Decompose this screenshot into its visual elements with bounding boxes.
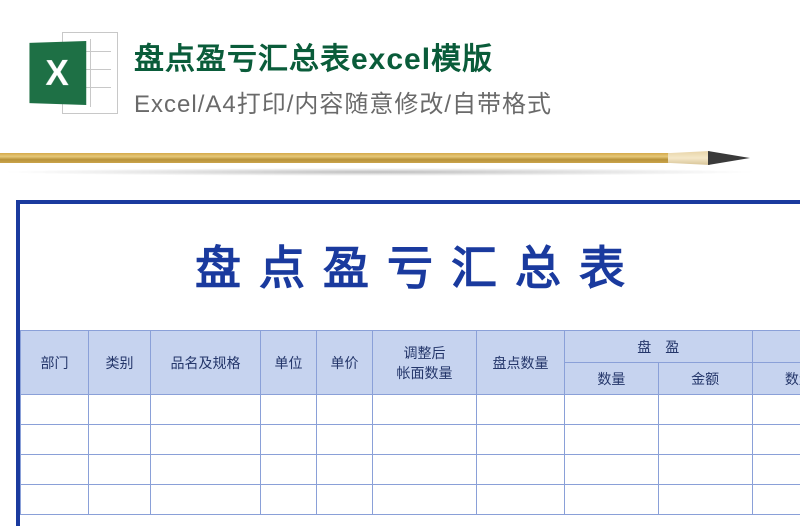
col-adjusted-qty: 调整后 帐面数量 — [373, 331, 477, 395]
adjusted-line1: 调整后 — [404, 345, 446, 361]
col-category: 类别 — [89, 331, 151, 395]
sheet-title: 盘点盈亏汇总表 — [20, 204, 800, 330]
pencil-shadow — [0, 168, 760, 176]
table-row — [21, 395, 800, 425]
title-block: 盘点盈亏汇总表excel模版 Excel/A4打印/内容随意修改/自带格式 — [134, 28, 552, 119]
col-dept: 部门 — [21, 331, 89, 395]
col-name-spec: 品名及规格 — [151, 331, 261, 395]
page-title: 盘点盈亏汇总表excel模版 — [134, 34, 552, 78]
col-price: 单价 — [317, 331, 373, 395]
pencil-divider — [0, 148, 800, 168]
col-surplus-group: 盘 盈 — [565, 331, 753, 363]
col-surplus-amount: 金额 — [658, 363, 752, 395]
col-unit: 单位 — [261, 331, 317, 395]
table-row — [21, 425, 800, 455]
excel-file-icon: X — [28, 28, 118, 118]
col-surplus-qty: 数量 — [565, 363, 659, 395]
header-section: X 盘点盈亏汇总表excel模版 Excel/A4打印/内容随意修改/自带格式 — [0, 0, 800, 119]
col-deficit-qty: 数量 — [752, 363, 800, 395]
excel-x-letter: X — [45, 52, 68, 95]
table-row — [21, 455, 800, 485]
adjusted-line2: 帐面数量 — [397, 365, 453, 381]
table-row — [21, 485, 800, 515]
page-subtitle: Excel/A4打印/内容随意修改/自带格式 — [134, 84, 552, 119]
spreadsheet-preview: 盘点盈亏汇总表 部门 类别 品名及规格 单位 单价 调整后 帐面数量 盘点数量 … — [16, 200, 800, 526]
col-deficit-group: 盘 — [752, 331, 800, 363]
col-count-qty: 盘点数量 — [477, 331, 565, 395]
summary-table: 部门 类别 品名及规格 单位 单价 调整后 帐面数量 盘点数量 盘 盈 盘 数量… — [20, 330, 800, 515]
